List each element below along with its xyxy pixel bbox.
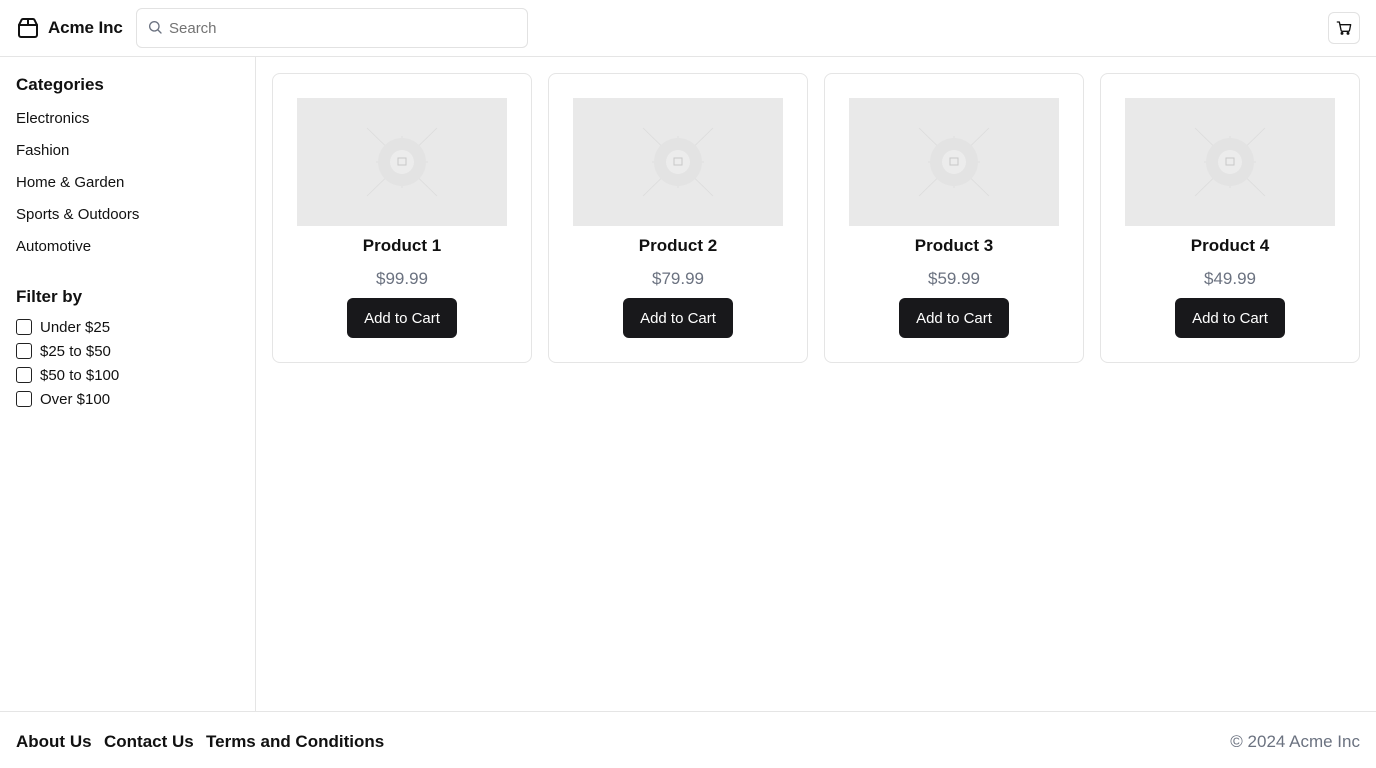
site-header: Acme Inc [0, 0, 1376, 57]
search-box[interactable] [136, 8, 528, 48]
brand-name: Acme Inc [48, 18, 123, 37]
filter-label: Over $100 [40, 390, 111, 408]
site-footer: About Us Contact Us Terms and Conditions… [0, 711, 1376, 768]
add-to-cart-button[interactable]: Add to Cart [899, 298, 1009, 338]
filter-50-to-100[interactable]: $50 to $100 [16, 365, 119, 385]
category-home-garden[interactable]: Home & Garden [16, 174, 124, 191]
add-to-cart-button[interactable]: Add to Cart [623, 298, 733, 338]
product-card: Product 2 $79.99 Add to Cart [548, 73, 808, 363]
product-card: Product 4 $49.99 Add to Cart [1100, 73, 1360, 363]
footer-link-terms[interactable]: Terms and Conditions [206, 732, 384, 752]
footer-link-contact-us[interactable]: Contact Us [104, 732, 194, 752]
add-to-cart-button[interactable]: Add to Cart [347, 298, 457, 338]
product-image-placeholder [297, 98, 507, 226]
product-card: Product 1 $99.99 Add to Cart [272, 73, 532, 363]
checkbox[interactable] [16, 367, 32, 383]
category-electronics[interactable]: Electronics [16, 110, 89, 127]
filter-under-25[interactable]: Under $25 [16, 317, 110, 337]
product-name[interactable]: Product 4 [1101, 236, 1359, 256]
copyright-text: © 2024 Acme Inc [1230, 732, 1360, 751]
product-image-placeholder [1125, 98, 1335, 226]
category-fashion[interactable]: Fashion [16, 142, 69, 159]
checkbox[interactable] [16, 319, 32, 335]
footer-link-about-us[interactable]: About Us [16, 732, 92, 752]
filter-label: Under $25 [40, 318, 111, 336]
image-placeholder-icon [642, 127, 714, 197]
filter-label: $50 to $100 [40, 366, 120, 384]
image-placeholder-icon [1194, 127, 1266, 197]
shopping-cart-icon [1336, 21, 1352, 35]
product-image-placeholder [573, 98, 783, 226]
search-input[interactable] [169, 9, 519, 47]
product-name[interactable]: Product 2 [549, 236, 807, 256]
sidebar: Categories Electronics Fashion Home & Ga… [0, 57, 256, 711]
category-sports-outdoors[interactable]: Sports & Outdoors [16, 206, 139, 223]
search-icon [149, 21, 162, 34]
product-name[interactable]: Product 1 [273, 236, 531, 256]
brand-logo[interactable]: Acme Inc [16, 14, 123, 42]
filter-25-to-50[interactable]: $25 to $50 [16, 341, 111, 361]
filter-over-100[interactable]: Over $100 [16, 389, 110, 409]
filter-label: $25 to $50 [40, 342, 111, 360]
categories-heading: Categories [16, 75, 104, 94]
image-placeholder-icon [366, 127, 438, 197]
product-image-placeholder [849, 98, 1059, 226]
product-price: $59.99 [928, 269, 980, 288]
product-price: $79.99 [652, 269, 704, 288]
checkbox[interactable] [16, 391, 32, 407]
product-card: Product 3 $59.99 Add to Cart [824, 73, 1084, 363]
image-placeholder-icon [918, 127, 990, 197]
cart-button[interactable] [1328, 12, 1360, 44]
package-icon [18, 17, 38, 38]
product-price: $99.99 [376, 269, 428, 288]
product-name[interactable]: Product 3 [825, 236, 1083, 256]
product-grid: Product 1 $99.99 Add to Cart Product 2 $… [256, 57, 1376, 711]
checkbox[interactable] [16, 343, 32, 359]
category-automotive[interactable]: Automotive [16, 238, 91, 255]
add-to-cart-button[interactable]: Add to Cart [1175, 298, 1285, 338]
filter-heading: Filter by [16, 287, 83, 306]
product-price: $49.99 [1204, 269, 1256, 288]
